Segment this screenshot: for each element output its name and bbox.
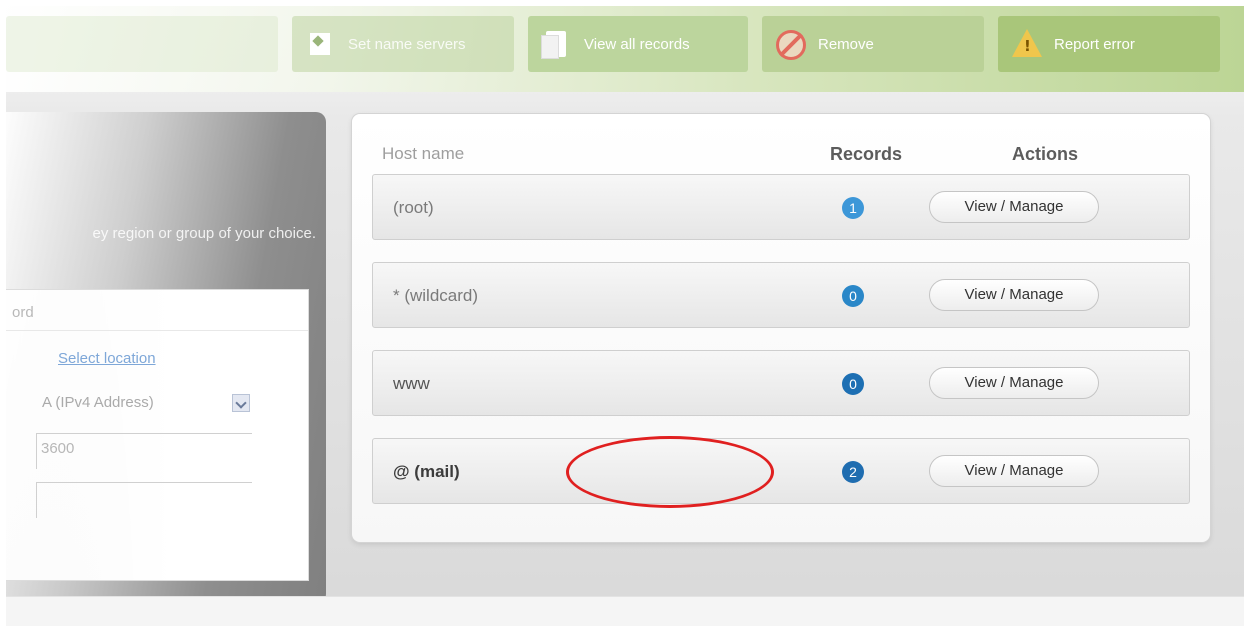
host-row-mail: @ (mail) 2 View / Manage xyxy=(372,438,1190,504)
view-all-records-label: View all records xyxy=(584,35,690,53)
host-row-wildcard: * (wildcard) 0 View / Manage xyxy=(372,262,1190,328)
form-title: ord xyxy=(12,304,34,321)
host-row-www: www 0 View / Manage xyxy=(372,350,1190,416)
toolbar-faded-button[interactable] xyxy=(6,16,278,72)
add-record-panel: ey region or group of your choice. ord S… xyxy=(6,112,326,604)
document-icon xyxy=(541,29,570,59)
remove-button[interactable]: Remove xyxy=(762,16,984,72)
host-name: www xyxy=(393,374,430,393)
chevron-down-icon[interactable] xyxy=(232,394,250,412)
host-name: @ (mail) xyxy=(393,462,460,481)
form-divider xyxy=(6,330,308,331)
records-header: Records xyxy=(830,144,903,164)
host-records-card: Host name Records Actions (root) 1 View … xyxy=(352,114,1210,542)
ttl-input[interactable]: 3600 xyxy=(36,433,252,469)
panel-note: ey region or group of your choice. xyxy=(92,225,316,242)
toolbar: Set name servers View all records Remove… xyxy=(6,6,1244,92)
actions-header: Actions xyxy=(1012,144,1079,164)
view-manage-button[interactable]: View / Manage xyxy=(929,455,1099,487)
footer-strip xyxy=(6,596,1244,626)
highlight-annotation xyxy=(566,436,774,508)
warning-icon: ! xyxy=(1012,29,1042,59)
report-error-button[interactable]: ! Report error xyxy=(998,16,1220,72)
host-row-root: (root) 1 View / Manage xyxy=(372,174,1190,240)
prohibited-icon xyxy=(776,29,806,60)
set-name-servers-button[interactable]: Set name servers xyxy=(292,16,514,72)
view-manage-button[interactable]: View / Manage xyxy=(929,367,1099,399)
view-all-records-button[interactable]: View all records xyxy=(528,16,748,72)
record-count-badge: 0 xyxy=(842,373,864,395)
select-location-link[interactable]: Select location xyxy=(58,350,156,367)
view-manage-button[interactable]: View / Manage xyxy=(929,279,1099,311)
host-name: (root) xyxy=(393,198,434,217)
host-name: * (wildcard) xyxy=(393,286,479,305)
host-name-header: Host name xyxy=(382,144,465,163)
record-count-badge: 1 xyxy=(842,197,864,219)
add-record-form: ord Select location A (IPv4 Address) 360… xyxy=(6,289,309,581)
set-name-servers-label: Set name servers xyxy=(348,35,466,53)
dns-manager: Set name servers View all records Remove… xyxy=(6,6,1244,626)
name-server-icon xyxy=(306,29,334,59)
record-count-badge: 0 xyxy=(842,285,864,307)
report-error-label: Report error xyxy=(1054,35,1135,53)
record-value-input[interactable] xyxy=(36,482,252,518)
record-type-select[interactable]: A (IPv4 Address) xyxy=(42,394,154,411)
record-count-badge: 2 xyxy=(842,461,864,483)
remove-label: Remove xyxy=(818,35,874,53)
view-manage-button[interactable]: View / Manage xyxy=(929,191,1099,223)
